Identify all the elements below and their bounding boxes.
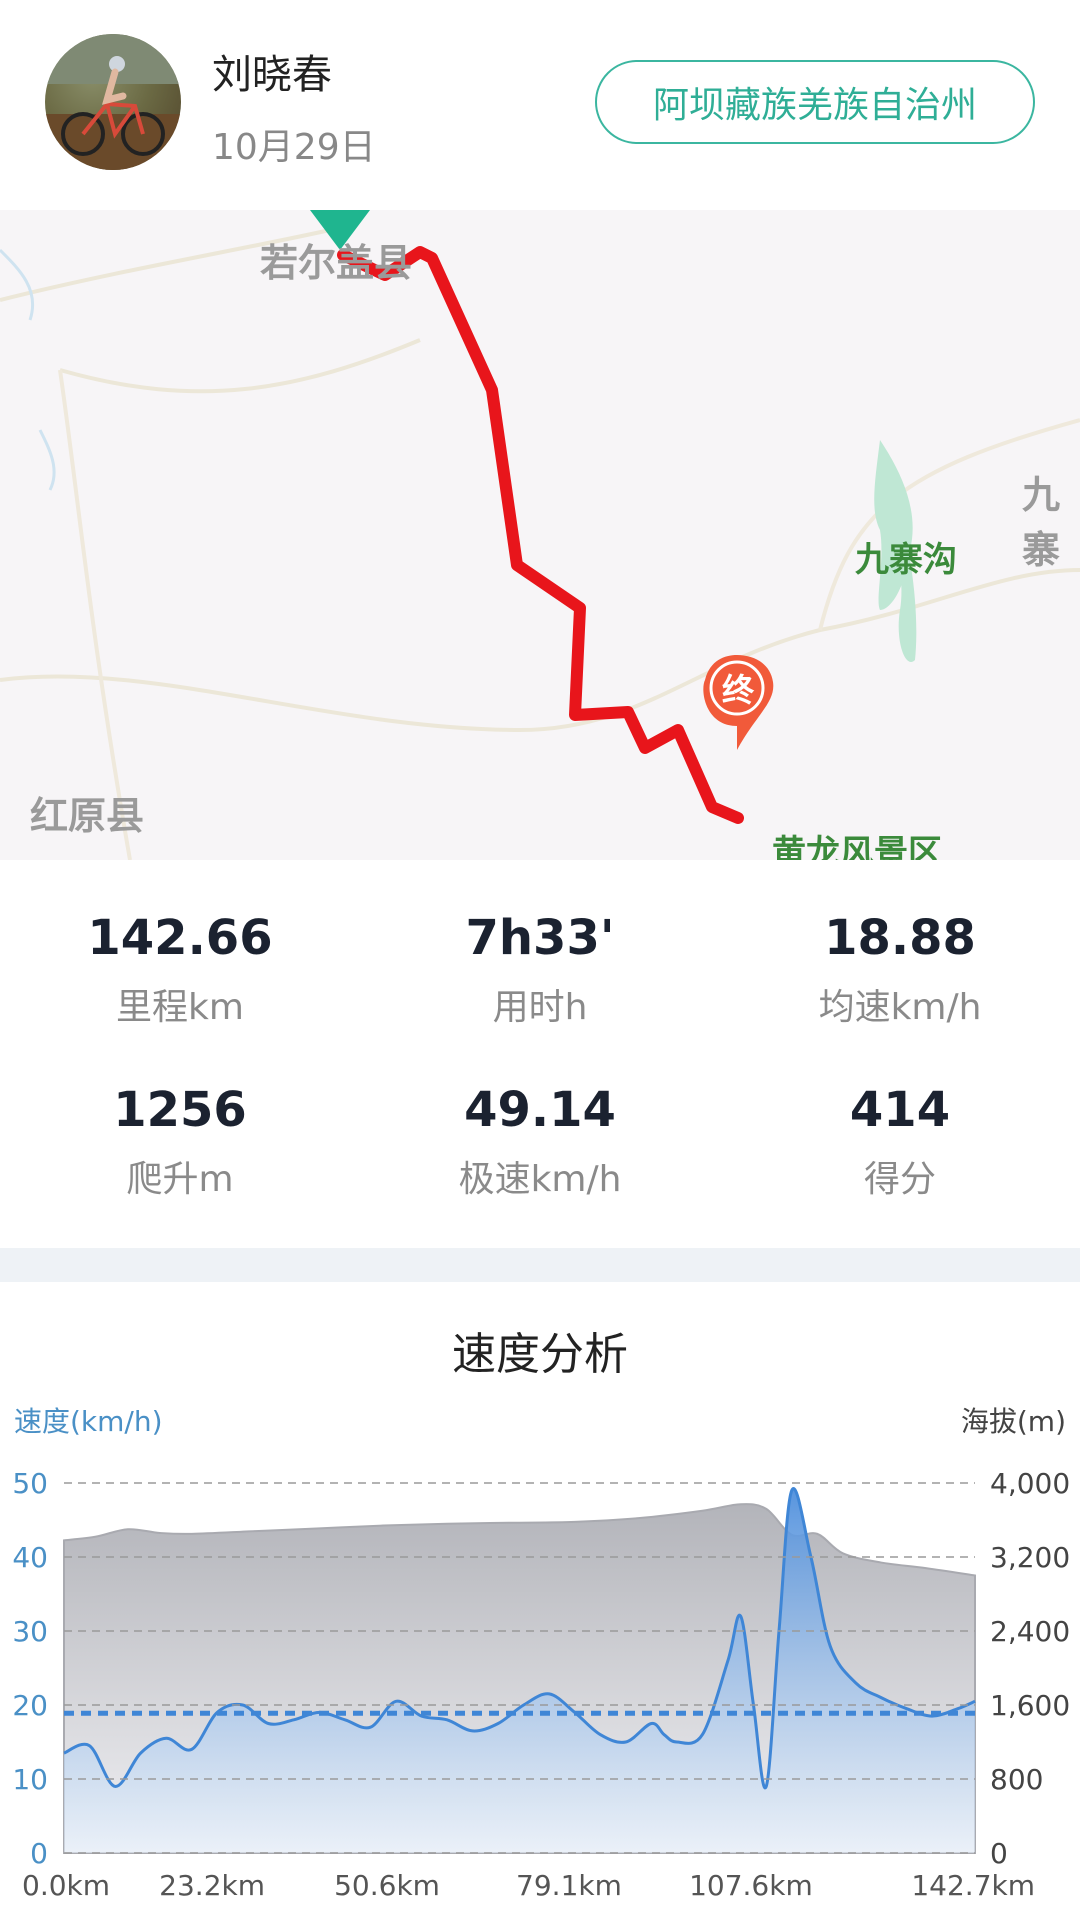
stat-label: 里程km: [116, 987, 244, 1028]
x-tick-label: 50.6km: [334, 1869, 440, 1902]
chart-title: 速度分析: [452, 1329, 628, 1380]
ride-date: 10月29日: [212, 127, 376, 168]
avatar[interactable]: [45, 34, 181, 170]
route-map[interactable]: 终 若尔盖县 红原县 九寨沟 九寨 黄龙风景区: [0, 210, 1080, 860]
x-tick-label: 142.7km: [911, 1869, 1035, 1902]
stat-score: 414 得分: [720, 1082, 1080, 1202]
stat-value: 49.14: [464, 1082, 616, 1138]
stat-duration: 7h33' 用时h: [360, 910, 720, 1030]
right-tick-label: 800: [990, 1763, 1043, 1796]
x-tick-label: 23.2km: [159, 1869, 265, 1902]
left-tick-label: 40: [12, 1541, 48, 1574]
stat-value: 414: [849, 1082, 951, 1138]
route-line: [337, 246, 744, 824]
stat-label: 用时h: [492, 987, 588, 1028]
ride-header: 刘晓春 10月29日 阿坝藏族羌族自治州: [0, 0, 1080, 210]
end-marker-label: 终: [721, 671, 754, 709]
left-tick-label: 30: [12, 1615, 48, 1648]
stat-climb: 1256 爬升m: [0, 1082, 360, 1202]
stat-value: 7h33': [465, 910, 615, 966]
right-tick-label: 2,400: [990, 1615, 1070, 1648]
stat-value: 1256: [113, 1082, 247, 1138]
stat-avg-speed: 18.88 均速km/h: [720, 910, 1080, 1030]
left-tick-label: 0: [30, 1837, 48, 1870]
map-label-jiu: 九寨: [1022, 473, 1061, 572]
stats-grid: 142.66 里程km 7h33' 用时h 18.88 均速km/h 1256 …: [0, 880, 1080, 1240]
stat-distance: 142.66 里程km: [0, 910, 360, 1030]
stat-label: 得分: [863, 1159, 936, 1200]
map-label-jiuzhaigou: 九寨沟: [855, 540, 957, 580]
left-tick-label: 50: [12, 1467, 48, 1500]
stat-max-speed: 49.14 极速km/h: [360, 1082, 720, 1202]
right-tick-label: 3,200: [990, 1541, 1070, 1574]
ride-detail-screen: { "header": { "user_name": "刘晓春", "date"…: [0, 0, 1080, 1920]
left-tick-label: 20: [12, 1689, 48, 1722]
right-axis-title: 海拔(m): [960, 1405, 1066, 1438]
right-tick-label: 0: [990, 1837, 1008, 1870]
right-tick-label: 4,000: [990, 1467, 1070, 1500]
left-axis-title: 速度(km/h): [14, 1405, 163, 1438]
left-tick-label: 10: [12, 1763, 48, 1796]
x-tick-label: 79.1km: [516, 1869, 622, 1902]
stat-label: 极速km/h: [458, 1159, 622, 1200]
map-label-huanglong: 黄龙风景区: [772, 833, 942, 860]
map-label-hongyuan: 红原县: [30, 794, 145, 838]
section-divider: [0, 1248, 1080, 1282]
region-button[interactable]: 阿坝藏族羌族自治州: [595, 60, 1035, 144]
map-label-ruoer: 若尔盖县: [260, 241, 413, 285]
right-tick-label: 1,600: [990, 1689, 1070, 1722]
user-name: 刘晓春: [212, 52, 332, 98]
cyclist-icon: [61, 56, 165, 156]
x-tick-label: 107.6km: [689, 1869, 813, 1902]
stat-label: 爬升m: [126, 1159, 234, 1200]
speed-elevation-chart[interactable]: 0 0 10 800 20 1,600 30 2,400 40 3,200 50 4,000 0.0km…: [0, 1440, 1080, 1910]
stat-value: 142.66: [87, 910, 273, 966]
x-tick-label: 0.0km: [22, 1869, 110, 1902]
stat-label: 均速km/h: [818, 987, 982, 1028]
stat-value: 18.88: [824, 910, 976, 966]
